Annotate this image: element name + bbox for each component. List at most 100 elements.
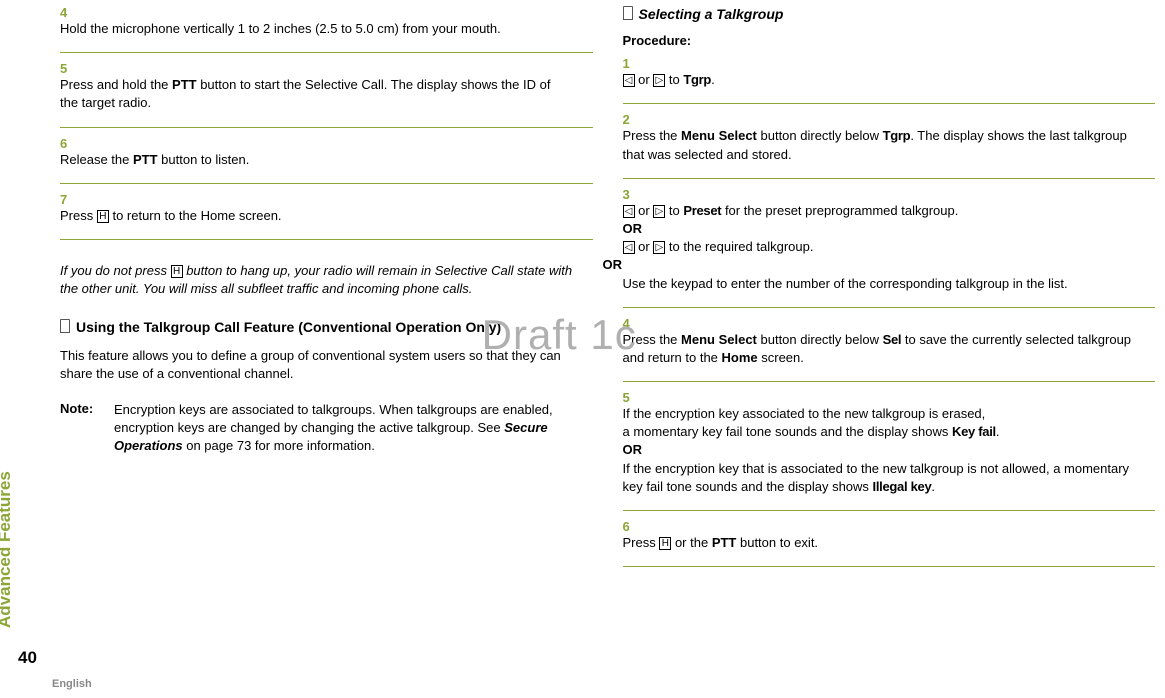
- text: Use the keypad to enter the number of th…: [623, 276, 1068, 291]
- sel-term: Sel: [883, 332, 902, 347]
- text: on page 73 for more information.: [183, 438, 375, 453]
- section-label: Advanced Features: [0, 471, 15, 628]
- divider: [623, 566, 1156, 567]
- divider: [623, 510, 1156, 511]
- step-num: 6: [623, 519, 643, 534]
- or-text: OR: [603, 257, 623, 272]
- divider: [623, 307, 1156, 308]
- tgrp-term: Tgrp: [683, 72, 711, 87]
- left-column: 4 Hold the microphone vertically 1 to 2 …: [60, 5, 593, 668]
- heading-text: Using the Talkgroup Call Feature (Conven…: [76, 318, 501, 336]
- text: Press: [60, 208, 97, 223]
- divider: [60, 127, 593, 128]
- preset-term: Preset: [683, 203, 721, 218]
- step-text: ◁ or ▷ to Preset for the preset preprogr…: [623, 202, 1134, 293]
- home-term: Home: [722, 350, 758, 365]
- procedure-icon: [60, 319, 70, 333]
- step-num: 4: [623, 316, 643, 331]
- home-icon: H: [171, 265, 183, 278]
- step-text: Press and hold the PTT button to start t…: [60, 76, 571, 112]
- keyfail-term: Key fail: [952, 424, 996, 439]
- step-text: Press the Menu Select button directly be…: [623, 127, 1134, 163]
- text: .: [996, 424, 1000, 439]
- sidebar: Advanced Features 40: [0, 0, 50, 698]
- text: Press the: [623, 332, 682, 347]
- content-columns: 4 Hold the microphone vertically 1 to 2 …: [50, 0, 1165, 698]
- text: a momentary key fail tone sounds and the…: [623, 424, 953, 439]
- procedure-label: Procedure:: [623, 33, 1156, 48]
- selecting-heading: Selecting a Talkgroup: [623, 5, 1156, 23]
- text: button directly below: [757, 332, 883, 347]
- text: to return to the Home screen.: [109, 208, 282, 223]
- note-block: Note: Encryption keys are associated to …: [60, 401, 593, 456]
- heading-text: Selecting a Talkgroup: [639, 5, 784, 23]
- text: or: [635, 239, 654, 254]
- talkgroup-heading: Using the Talkgroup Call Feature (Conven…: [60, 318, 593, 336]
- page-container: Advanced Features 40 4 Hold the micropho…: [0, 0, 1165, 698]
- step-5: 5 Press and hold the PTT button to start…: [60, 61, 593, 116]
- left-arrow-icon: ◁: [623, 241, 635, 254]
- step-5r: 5 If the encryption key associated to th…: [623, 390, 1156, 500]
- home-icon: H: [659, 537, 671, 550]
- left-arrow-icon: ◁: [623, 74, 635, 87]
- step-text: Press H to return to the Home screen.: [60, 207, 571, 225]
- menu-select-term: Menu Select: [681, 332, 757, 347]
- note-label: Note:: [60, 401, 114, 456]
- divider: [623, 103, 1156, 104]
- step-6r: 6 Press H or the PTT button to exit.: [623, 519, 1156, 556]
- step-num: 3: [623, 187, 643, 202]
- text: or the: [671, 535, 711, 550]
- step-text: Press H or the PTT button to exit.: [623, 534, 1134, 552]
- text: to: [665, 203, 683, 218]
- step-num: 1: [623, 56, 643, 71]
- divider: [60, 52, 593, 53]
- text: Press: [623, 535, 660, 550]
- text: .: [931, 479, 935, 494]
- step-7: 7 Press H to return to the Home screen.: [60, 192, 593, 229]
- step-2: 2 Press the Menu Select button directly …: [623, 112, 1156, 167]
- english-label: English: [52, 678, 92, 690]
- ptt-term: PTT: [712, 535, 737, 550]
- text: Press and hold the: [60, 77, 172, 92]
- step-text: Release the PTT button to listen.: [60, 151, 571, 169]
- step-num: 7: [60, 192, 80, 207]
- divider: [60, 183, 593, 184]
- text: .: [711, 72, 715, 87]
- step-num: 5: [60, 61, 80, 76]
- step-num: 5: [623, 390, 643, 405]
- page-number: 40: [18, 648, 37, 668]
- talkgroup-paragraph: This feature allows you to define a grou…: [60, 347, 593, 383]
- text: If you do not press: [60, 263, 171, 278]
- text: button to listen.: [158, 152, 250, 167]
- text: screen.: [758, 350, 804, 365]
- or-text: OR: [623, 221, 643, 236]
- divider: [60, 239, 593, 240]
- right-arrow-icon: ▷: [653, 74, 665, 87]
- text: or: [635, 72, 654, 87]
- illegalkey-term: Illegal key: [873, 479, 932, 494]
- right-arrow-icon: ▷: [653, 205, 665, 218]
- right-column: Selecting a Talkgroup Procedure: 1 ◁ or …: [623, 5, 1156, 668]
- step-1: 1 ◁ or ▷ to Tgrp.: [623, 56, 1156, 93]
- step-text: Hold the microphone vertically 1 to 2 in…: [60, 20, 571, 38]
- text: or: [635, 203, 654, 218]
- hangup-note: If you do not press H button to hang up,…: [60, 262, 593, 298]
- text: button directly below: [757, 128, 883, 143]
- step-num: 6: [60, 136, 80, 151]
- text: Press the: [623, 128, 682, 143]
- text: to: [665, 72, 683, 87]
- text: If the encryption key associated to the …: [623, 406, 986, 421]
- text: for the preset preprogrammed talkgroup.: [721, 203, 958, 218]
- step-num: 2: [623, 112, 643, 127]
- step-6: 6 Release the PTT button to listen.: [60, 136, 593, 173]
- divider: [623, 381, 1156, 382]
- step-text: ◁ or ▷ to Tgrp.: [623, 71, 1134, 89]
- tgrp-term: Tgrp: [883, 128, 911, 143]
- step-num: 4: [60, 5, 80, 20]
- left-arrow-icon: ◁: [623, 205, 635, 218]
- divider: [623, 178, 1156, 179]
- procedure-icon: [623, 6, 633, 20]
- right-arrow-icon: ▷: [653, 241, 665, 254]
- step-4r: 4 Press the Menu Select button directly …: [623, 316, 1156, 371]
- ptt-term: PTT: [172, 77, 197, 92]
